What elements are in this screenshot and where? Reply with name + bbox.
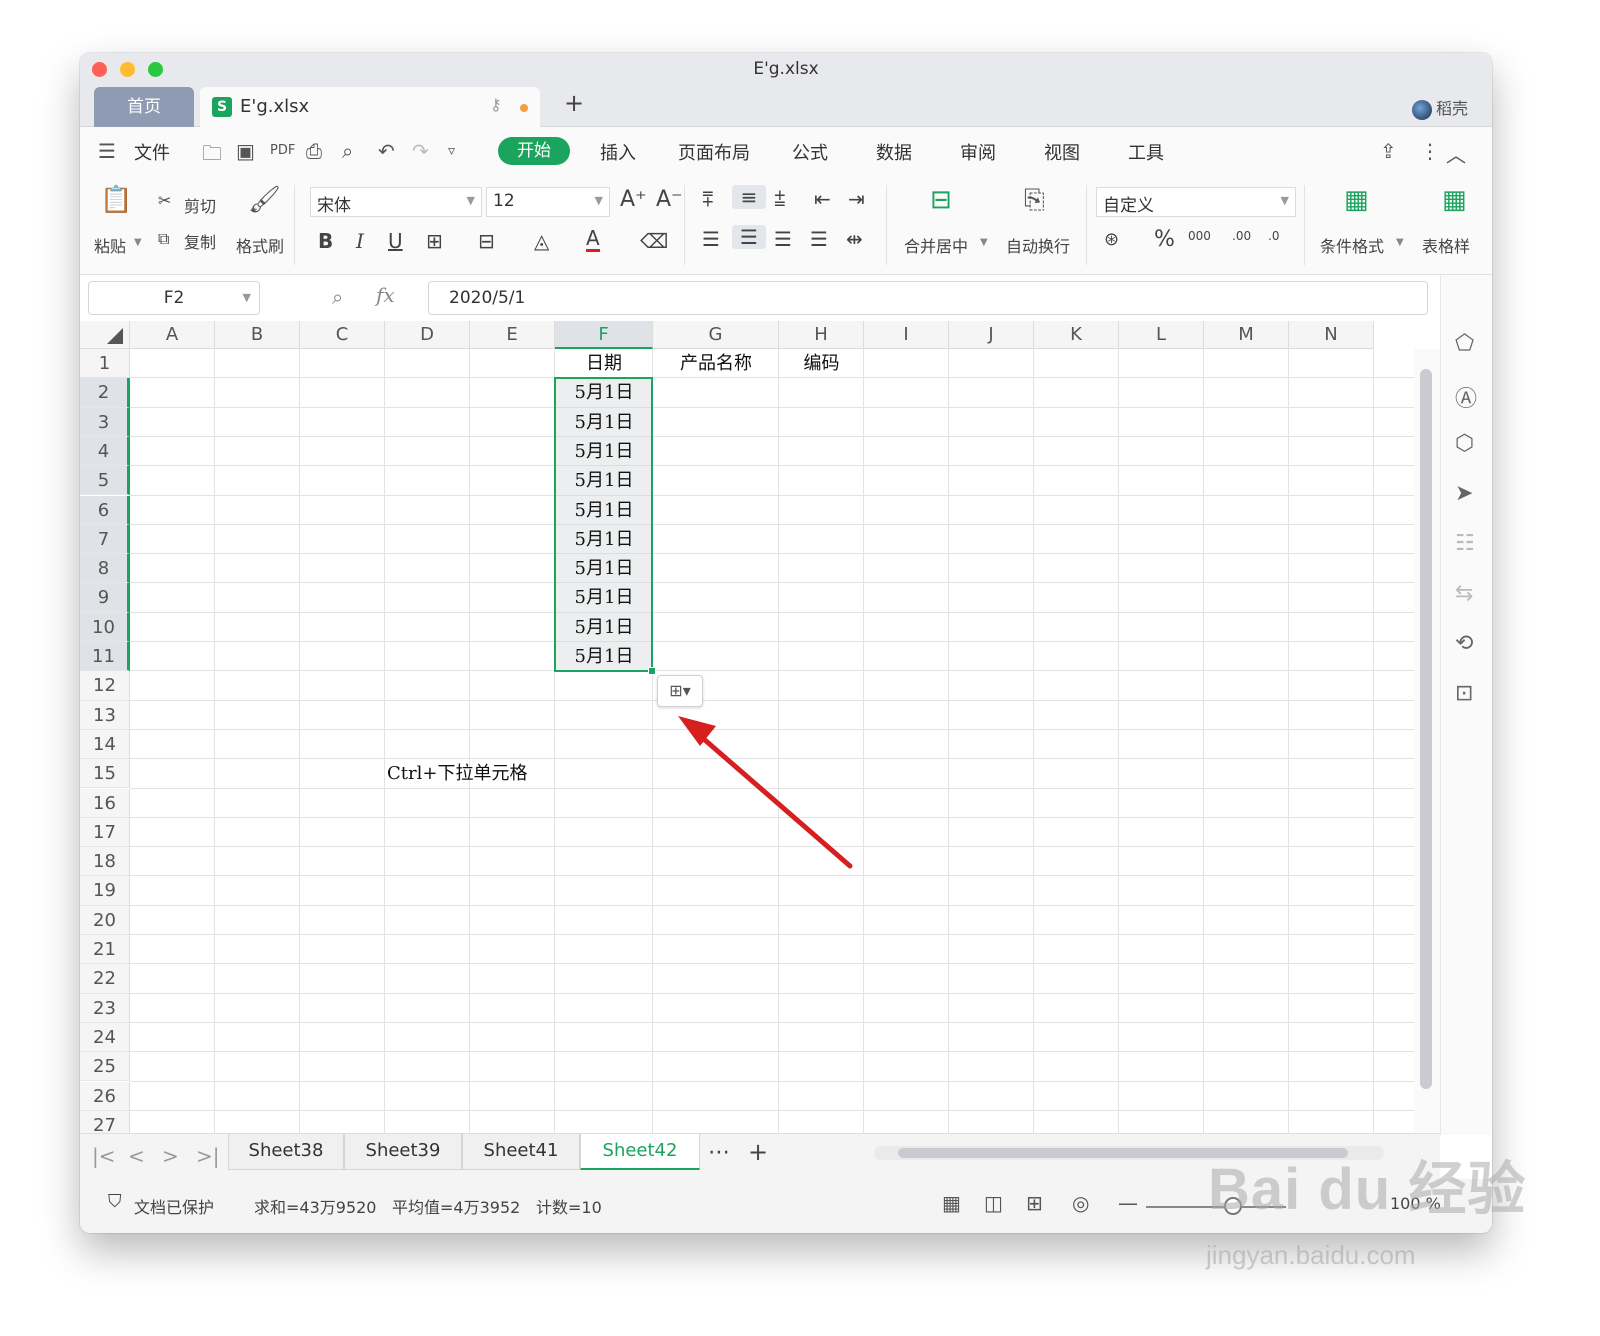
annotation-arrow: [678, 716, 853, 869]
watermark-url: jingyan.baidu.com: [1206, 1240, 1416, 1270]
watermark-logo: Bai du 经验: [1208, 1157, 1527, 1222]
arrow-shaft: [695, 731, 853, 869]
